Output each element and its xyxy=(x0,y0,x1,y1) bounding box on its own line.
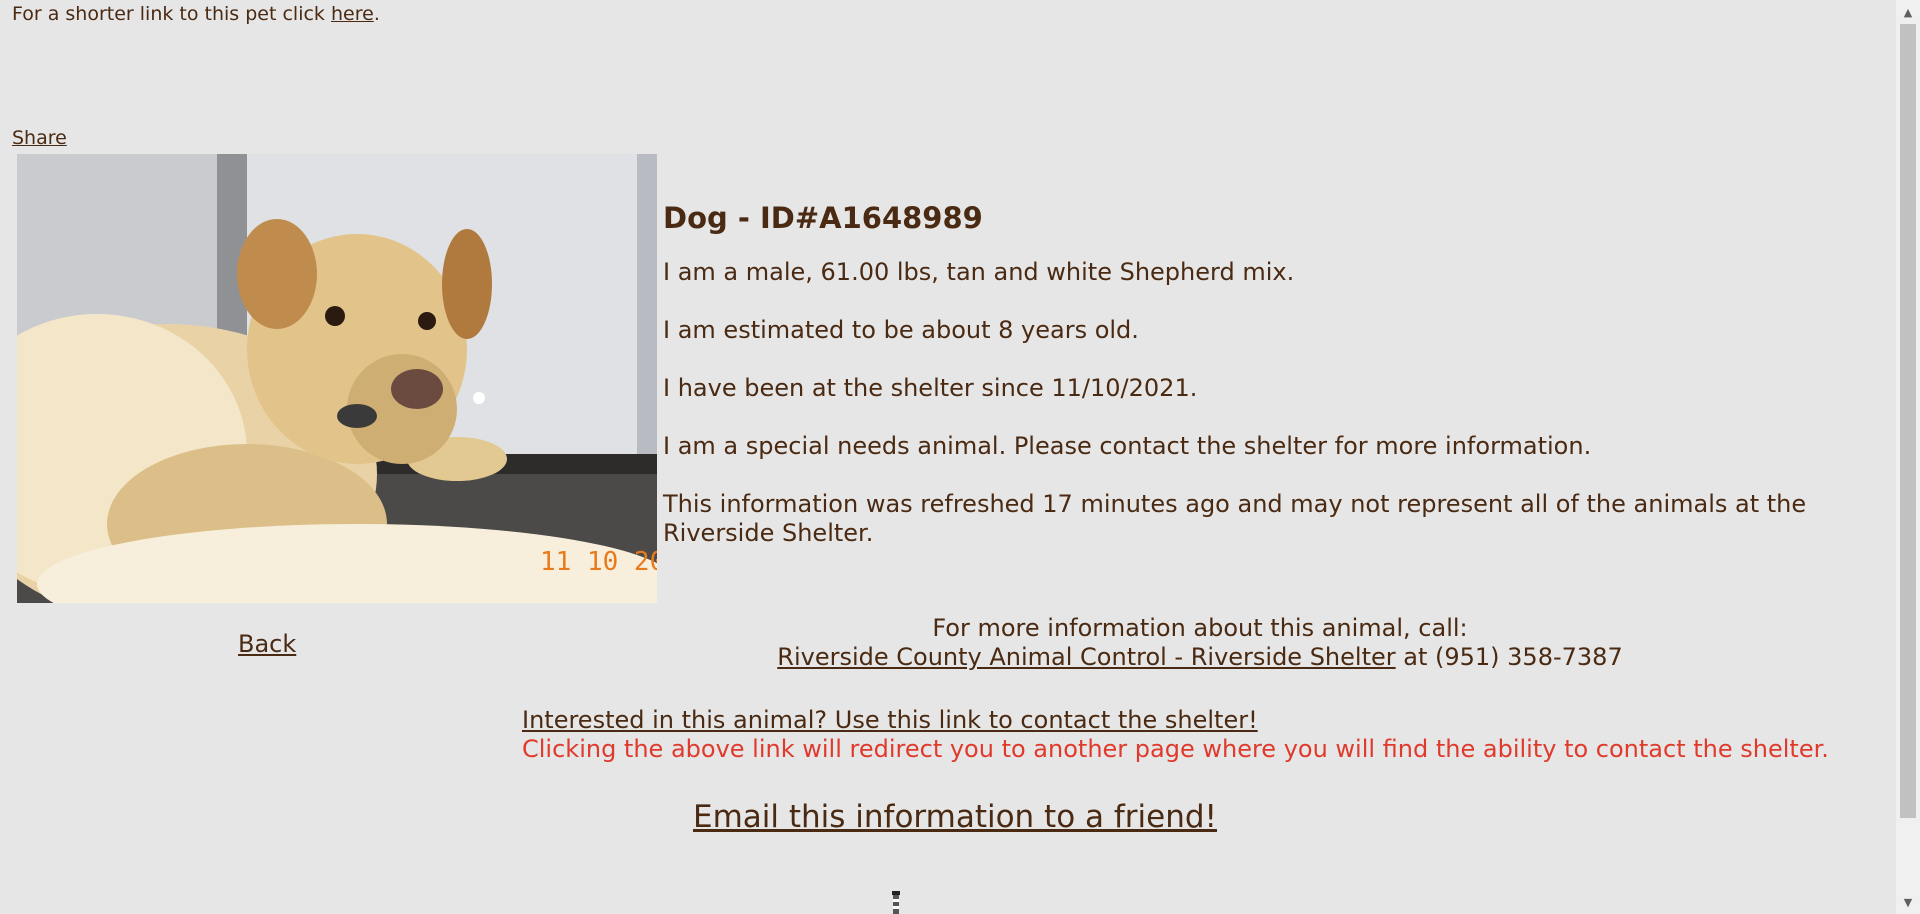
dog-photo-illustration: 11 10 20 xyxy=(17,154,657,603)
refresh-note: This information was refreshed 17 minute… xyxy=(663,490,1807,547)
shelter-link[interactable]: Riverside County Animal Control - Rivers… xyxy=(777,643,1395,671)
pet-photo: 11 10 20 xyxy=(17,154,657,603)
scroll-thumb[interactable] xyxy=(1900,24,1916,818)
shelter-phone: at (951) 358-7387 xyxy=(1395,643,1623,671)
lighthouse-icon xyxy=(892,891,900,914)
short-link-line: For a shorter link to this pet click her… xyxy=(12,3,380,25)
pet-intake-date: I have been at the shelter since 11/10/2… xyxy=(663,374,1198,402)
contact-section: Interested in this animal? Use this link… xyxy=(522,706,1829,764)
pet-title: Dog - ID#A1648989 xyxy=(663,201,983,235)
call-intro: For more information about this animal, … xyxy=(932,614,1468,642)
short-link-here-link[interactable]: here xyxy=(331,3,374,25)
share-link[interactable]: Share xyxy=(12,127,67,149)
scroll-up-arrow-icon[interactable]: ▲ xyxy=(1896,0,1920,24)
pet-description: I am a male, 61.00 lbs, tan and white Sh… xyxy=(663,258,1295,286)
back-link[interactable]: Back xyxy=(238,630,296,658)
contact-redirect-note: Clicking the above link will redirect yo… xyxy=(522,735,1829,763)
call-line: Riverside County Animal Control - Rivers… xyxy=(700,643,1700,672)
scroll-down-arrow-icon[interactable]: ▼ xyxy=(1896,890,1920,914)
call-info: For more information about this animal, … xyxy=(700,614,1700,672)
pet-age: I am estimated to be about 8 years old. xyxy=(663,316,1139,344)
photo-date-stamp: 11 10 20 xyxy=(540,547,657,577)
vertical-scrollbar[interactable]: ▲ ▼ xyxy=(1896,0,1920,914)
short-link-suffix: . xyxy=(373,3,380,25)
page: For a shorter link to this pet click her… xyxy=(0,0,1896,914)
pet-special-needs: I am a special needs animal. Please cont… xyxy=(663,432,1592,460)
pet-details: Dog - ID#A1648989 I am a male, 61.00 lbs… xyxy=(663,200,1863,577)
email-friend-link[interactable]: Email this information to a friend! xyxy=(693,799,1217,835)
contact-shelter-link[interactable]: Interested in this animal? Use this link… xyxy=(522,706,1258,734)
short-link-prefix: For a shorter link to this pet click xyxy=(12,3,331,25)
